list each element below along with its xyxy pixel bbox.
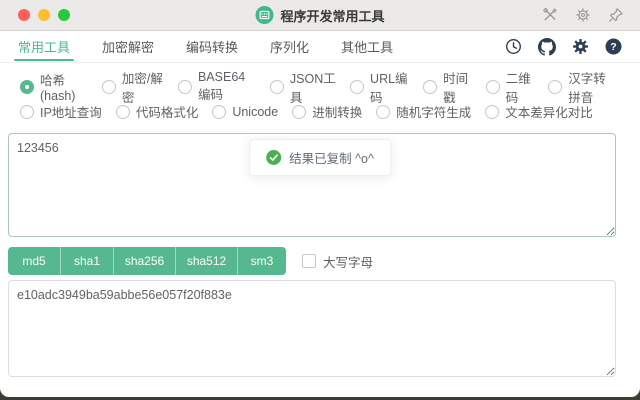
copy-success-toast: 结果已复制 ^o^ [249, 139, 391, 176]
tab-encrypt-decrypt[interactable]: 加密解密 [102, 31, 154, 62]
radio-circle [292, 105, 306, 119]
radio-circle [116, 105, 130, 119]
success-check-icon [266, 150, 281, 165]
tab-other-tools[interactable]: 其他工具 [341, 31, 393, 62]
radio-base64[interactable]: BASE64编码 [178, 70, 256, 103]
traffic-lights [18, 9, 70, 21]
radio-circle [485, 105, 499, 119]
radio-hash[interactable]: 哈希(hash) [20, 70, 88, 103]
radio-json-tool[interactable]: JSON工具 [270, 68, 336, 106]
minimize-window-button[interactable] [38, 9, 50, 21]
sha1-button[interactable]: sha1 [61, 247, 114, 275]
tab-serialization[interactable]: 序列化 [270, 31, 309, 62]
window-title-area: 程序开发常用工具 [255, 0, 384, 30]
radio-circle [423, 80, 437, 94]
tab-common-tools[interactable]: 常用工具 [18, 31, 70, 62]
radio-circle [20, 80, 34, 94]
tool-radio-row-1: 哈希(hash) 加密/解密 BASE64编码 JSON工具 URL编码 时间戳 [20, 74, 632, 99]
radio-circle [270, 80, 284, 94]
radio-circle [212, 105, 226, 119]
sm3-button[interactable]: sm3 [238, 247, 286, 275]
gear-outline-icon[interactable] [575, 7, 591, 23]
radio-url-encode[interactable]: URL编码 [350, 68, 409, 106]
hash-output-textarea[interactable]: e10adc3949ba59abbe56e057f20f883e [8, 280, 616, 377]
radio-encrypt-decrypt[interactable]: 加密/解密 [102, 68, 164, 106]
titlebar: 程序开发常用工具 [0, 0, 640, 31]
radio-circle [350, 80, 364, 94]
radio-pinyin[interactable]: 汉字转拼音 [548, 68, 618, 106]
tab-encoding-convert[interactable]: 编码转换 [186, 31, 238, 62]
radio-timestamp[interactable]: 时间戳 [423, 68, 472, 106]
radio-circle [20, 105, 34, 119]
radio-circle [178, 80, 192, 94]
help-icon[interactable]: ? [605, 38, 622, 55]
uppercase-checkbox[interactable]: 大写字母 [302, 252, 373, 271]
md5-button[interactable]: md5 [8, 247, 61, 275]
settings-gear-icon[interactable] [572, 38, 589, 55]
radio-code-format[interactable]: 代码格式化 [116, 102, 199, 121]
radio-text-diff[interactable]: 文本差异化对比 [485, 102, 593, 121]
radio-qrcode[interactable]: 二维码 [486, 68, 535, 106]
radio-random-string[interactable]: 随机字符生成 [376, 102, 471, 121]
tabbar-icons: ? [505, 31, 622, 62]
sha256-button[interactable]: sha256 [114, 247, 176, 275]
svg-text:?: ? [610, 41, 616, 53]
radio-circle [486, 80, 500, 94]
hash-button-group: md5 sha1 sha256 sha512 sm3 [8, 247, 286, 275]
github-icon[interactable] [538, 38, 556, 56]
tabs: 常用工具 加密解密 编码转换 序列化 其他工具 [18, 31, 393, 62]
radio-circle [376, 105, 390, 119]
app-window: 程序开发常用工具 [0, 0, 640, 397]
toast-message: 结果已复制 ^o^ [289, 148, 374, 167]
sha512-button[interactable]: sha512 [176, 247, 238, 275]
radio-ip-query[interactable]: IP地址查询 [20, 102, 102, 121]
tabbar: 常用工具 加密解密 编码转换 序列化 其他工具 [0, 31, 640, 63]
radio-radix-convert[interactable]: 进制转换 [292, 102, 362, 121]
hash-actions-row: md5 sha1 sha256 sha512 sm3 大写字母 [8, 247, 632, 275]
pin-icon[interactable] [608, 7, 624, 23]
close-window-button[interactable] [18, 9, 30, 21]
app-logo-icon [255, 6, 273, 24]
maximize-window-button[interactable] [58, 9, 70, 21]
main-content: 哈希(hash) 加密/解密 BASE64编码 JSON工具 URL编码 时间戳 [0, 74, 640, 377]
checkbox-box [302, 254, 316, 268]
radio-circle [548, 80, 562, 94]
window-title: 程序开发常用工具 [280, 6, 384, 25]
titlebar-right-icons [542, 0, 624, 30]
history-icon[interactable] [505, 38, 522, 55]
radio-unicode[interactable]: Unicode [212, 105, 278, 119]
radio-circle [102, 80, 116, 94]
tools-icon[interactable] [542, 7, 558, 23]
